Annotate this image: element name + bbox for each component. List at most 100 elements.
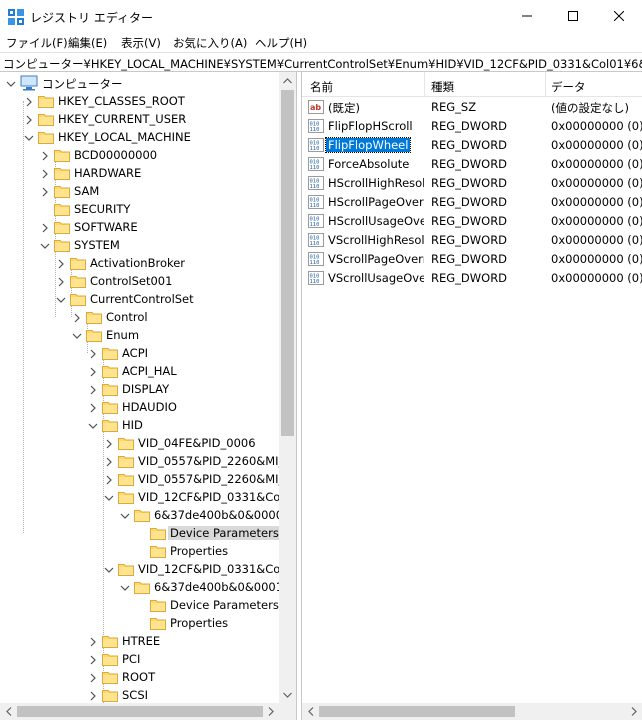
menu-edit[interactable]: 編集(E) [68,35,107,51]
chevron-right-icon[interactable] [56,258,66,269]
chevron-down-icon[interactable] [104,564,114,574]
scroll-right-arrow-icon[interactable] [262,703,279,720]
scroll-left-arrow-icon[interactable] [302,703,319,720]
minimize-button[interactable] [504,0,550,32]
chevron-right-icon[interactable] [40,186,50,197]
tree-node[interactable]: HKEY_LOCAL_MACHINE [0,128,280,146]
value-row[interactable]: ab (既定) REG_SZ (値の設定なし) [302,98,642,117]
tree-node[interactable]: HARDWARE [0,164,280,182]
chevron-right-icon[interactable] [88,636,98,647]
scroll-left-arrow-icon[interactable] [0,703,17,720]
column-header-type[interactable]: 種類 [431,79,454,95]
tree-node[interactable]: 6&37de400b&0&0001 [0,578,283,596]
address-bar[interactable]: コンピューター¥HKEY_LOCAL_MACHINE¥SYSTEM¥Curren… [0,52,642,72]
close-button[interactable] [596,0,642,32]
tree-horizontal-scrollbar[interactable] [0,703,279,720]
chevron-down-icon[interactable] [120,510,130,520]
tree-node[interactable]: DISPLAY [0,380,280,398]
tree-vertical-scrollbar[interactable] [279,72,296,703]
tree-node[interactable]: Enum [0,326,280,344]
value-row[interactable]: 010110 HScrollHighResolutionDisable REG_DW… [302,174,642,193]
tree-vertical-scroll-thumb[interactable] [281,90,294,436]
tree-node[interactable]: VID_12CF&PID_0331&Col01 [0,488,296,506]
tree-node[interactable]: HID [0,416,280,434]
scroll-down-arrow-icon[interactable] [279,686,296,703]
list-horizontal-scrollbar[interactable] [302,703,642,720]
chevron-right-icon[interactable] [104,456,114,467]
tree-horizontal-scroll-thumb[interactable] [17,706,263,717]
tree-node[interactable]: PCI [0,650,280,668]
tree-node[interactable]: Device Parameters [0,596,280,614]
chevron-right-icon[interactable] [104,474,114,485]
chevron-down-icon[interactable] [120,582,130,592]
value-row[interactable]: 010 110 ForceAbsolute REG_DWORD 0x00000000 (… [302,155,642,174]
menu-view[interactable]: 表示(V) [121,35,161,51]
chevron-right-icon[interactable] [72,312,82,323]
value-row[interactable]: 010110 HScrollPageOverride REG_DWORD 0x0000… [302,193,642,212]
chevron-right-icon[interactable] [88,348,98,359]
chevron-right-icon[interactable] [88,366,98,377]
value-row[interactable]: 010110 VScrollHighResolutionDisable REG_DW… [302,231,642,250]
chevron-down-icon[interactable] [6,78,16,88]
tree-node[interactable]: 6&37de400b&0&0000 [0,506,283,524]
tree-node[interactable]: VID_04FE&PID_0006 [0,434,280,452]
tree-node[interactable]: ROOT [0,668,280,686]
tree-node[interactable]: VID_0557&PID_2260&MI_00 [0,452,296,470]
value-row[interactable]: 010110 HScrollUsageOverride REG_DWORD 0x000… [302,212,642,231]
chevron-right-icon[interactable] [88,654,98,665]
column-header-name[interactable]: 名前 [310,79,333,95]
tree-node[interactable]: HTREE [0,632,280,650]
tree-root-computer[interactable]: コンピューター [0,74,280,92]
chevron-right-icon[interactable] [24,96,34,107]
menu-help[interactable]: ヘルプ(H) [255,35,307,51]
tree-node[interactable]: ControlSet001 [0,272,280,290]
tree-node[interactable]: VID_0557&PID_2260&MI_01 [0,470,296,488]
column-divider[interactable] [424,72,425,97]
column-divider[interactable] [545,72,546,97]
tree-node[interactable]: HDAUDIO [0,398,280,416]
chevron-down-icon[interactable] [24,132,34,142]
maximize-button[interactable] [550,0,596,32]
chevron-down-icon[interactable] [56,294,66,304]
chevron-right-icon[interactable] [88,690,98,701]
value-row[interactable]: 010 110 FlipFlopWheel REG_DWORD 0x00000000 (… [302,136,642,155]
chevron-right-icon[interactable] [56,276,66,287]
chevron-right-icon[interactable] [24,114,34,125]
tree-node[interactable]: Properties [0,614,280,632]
chevron-right-icon[interactable] [88,672,98,683]
tree-node[interactable]: Properties [0,542,280,560]
tree-node[interactable]: Device Parameters [0,524,281,542]
menu-file[interactable]: ファイル(F) [6,35,68,51]
tree-node[interactable]: SCSI [0,686,280,704]
scroll-right-arrow-icon[interactable] [625,703,642,720]
menu-favorites[interactable]: お気に入り(A) [173,35,247,51]
tree-node[interactable]: ACPI [0,344,280,362]
tree-node[interactable]: SOFTWARE [0,218,280,236]
chevron-right-icon[interactable] [104,438,114,449]
value-row[interactable]: 010 110 FlipFlopHScroll REG_DWORD 0x00000000… [302,117,642,136]
chevron-right-icon[interactable] [40,150,50,161]
column-header-data[interactable]: データ [551,79,586,95]
tree-node[interactable]: SAM [0,182,280,200]
tree-node[interactable]: VID_12CF&PID_0331&Col02 [0,560,296,578]
tree-node[interactable]: SECURITY [0,200,280,218]
tree-node[interactable]: ACPI_HAL [0,362,280,380]
tree-node[interactable]: CurrentControlSet [0,290,280,308]
value-row[interactable]: 010110 VScrollPageOverride REG_DWORD 0x0000… [302,250,642,269]
tree-node[interactable]: Control [0,308,280,326]
chevron-down-icon[interactable] [40,240,50,250]
tree-node[interactable]: HKEY_CLASSES_ROOT [0,92,280,110]
chevron-down-icon[interactable] [104,492,114,502]
tree-node[interactable]: HKEY_CURRENT_USER [0,110,280,128]
chevron-down-icon[interactable] [88,420,98,430]
chevron-right-icon[interactable] [40,222,50,233]
list-horizontal-scroll-thumb[interactable] [319,706,515,717]
chevron-right-icon[interactable] [88,402,98,413]
scroll-up-arrow-icon[interactable] [279,72,296,89]
chevron-right-icon[interactable] [40,168,50,179]
chevron-down-icon[interactable] [72,330,82,340]
tree-node[interactable]: BCD00000000 [0,146,280,164]
value-row[interactable]: 010110 VScrollUsageOverride REG_DWORD 0x000… [302,269,642,288]
tree-node[interactable]: ActivationBroker [0,254,280,272]
tree-node[interactable]: SYSTEM [0,236,280,254]
